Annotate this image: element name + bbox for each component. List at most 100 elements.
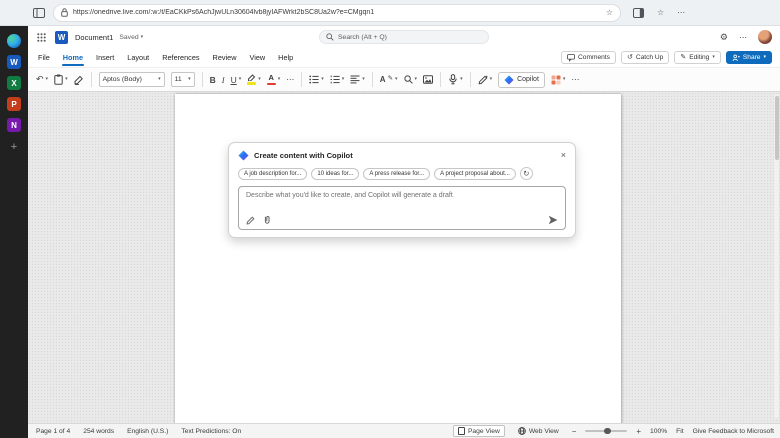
browser-toolbar: ☆ ⋯ <box>633 8 685 18</box>
suggestion-job-description[interactable]: A job description for... <box>238 168 307 180</box>
language[interactable]: English (U.S.) <box>127 428 168 435</box>
browser-tab-edge-icon[interactable] <box>7 34 21 48</box>
copilot-prompt-input[interactable]: Describe what you'd like to create, and … <box>238 186 566 230</box>
lock-icon <box>61 8 68 17</box>
copilot-dialog-icon <box>238 150 249 161</box>
copilot-input-placeholder: Describe what you'd like to create, and … <box>246 192 453 199</box>
favorite-star-icon[interactable]: ☆ <box>606 8 613 17</box>
close-icon[interactable]: × <box>561 151 566 160</box>
saved-chevron-icon[interactable]: ▾ <box>141 35 144 40</box>
page-count[interactable]: Page 1 of 4 <box>36 428 70 435</box>
zoom-slider[interactable] <box>585 430 627 432</box>
undo-button[interactable]: ↶ ▾ <box>36 75 48 84</box>
browser-more-icon[interactable]: ⋯ <box>677 8 685 17</box>
menu-bar: File Home Insert Layout References Revie… <box>28 48 780 67</box>
comments-button[interactable]: Comments <box>561 51 616 64</box>
zoom-level[interactable]: 100% <box>650 428 667 435</box>
menu-file[interactable]: File <box>38 51 50 64</box>
suggestion-ten-ideas[interactable]: 10 ideas for... <box>311 168 359 180</box>
menu-home[interactable]: Home <box>63 51 83 64</box>
font-color-swatch <box>267 83 276 85</box>
format-painter-button[interactable] <box>74 75 84 85</box>
menu-insert[interactable]: Insert <box>96 51 114 64</box>
dictate-button[interactable]: ▾ <box>448 74 463 85</box>
new-tab-icon[interactable]: + <box>11 142 17 153</box>
designer-button[interactable]: ▾ <box>551 75 566 85</box>
bullets-button[interactable]: ▾ <box>309 75 324 84</box>
text-predictions[interactable]: Text Predictions: On <box>181 428 241 435</box>
font-name-select[interactable]: Aptos (Body) ▾ <box>99 72 165 87</box>
browser-sidebar-icon[interactable] <box>633 8 644 18</box>
catch-up-button[interactable]: ↺ Catch Up <box>621 51 669 64</box>
menu-layout[interactable]: Layout <box>127 51 149 64</box>
word-logo: W <box>55 31 68 44</box>
suggestion-press-release[interactable]: A press release for... <box>363 168 430 180</box>
app-launcher-icon[interactable] <box>37 33 46 42</box>
scrollbar-thumb[interactable] <box>775 96 779 160</box>
font-color-button[interactable]: A ▾ <box>267 74 281 85</box>
highlight-swatch <box>247 82 256 84</box>
highlight-color-button[interactable]: ▾ <box>247 74 261 84</box>
user-avatar[interactable] <box>758 30 772 44</box>
saved-status[interactable]: Saved <box>119 34 138 41</box>
web-view-button[interactable]: Web View <box>514 426 563 436</box>
refresh-suggestions-icon[interactable]: ↻ <box>520 167 533 180</box>
vertical-tabs-icon[interactable] <box>32 6 45 19</box>
page-view-button[interactable]: Page View <box>453 425 505 437</box>
address-bar[interactable]: https://onedrive.live.com/:w:/t/EaCKkPs6… <box>53 4 621 22</box>
word-count[interactable]: 254 words <box>83 428 114 435</box>
bold-button[interactable]: B <box>210 75 216 85</box>
menu-view[interactable]: View <box>249 51 265 64</box>
styles-button[interactable]: A ✎ ▾ <box>380 75 398 84</box>
font-size-select[interactable]: 11 ▾ <box>171 72 195 87</box>
copilot-icon <box>504 75 514 85</box>
editing-mode-button[interactable]: ✎ Editing ▾ <box>674 51 721 64</box>
browser-tab-powerpoint-icon[interactable]: P <box>7 97 21 111</box>
send-icon[interactable] <box>548 215 558 225</box>
header-more-icon[interactable]: ⋯ <box>739 33 747 42</box>
screen: https://onedrive.live.com/:w:/t/EaCKkPs6… <box>0 0 780 438</box>
fit-button[interactable]: Fit <box>676 428 683 435</box>
browser-tab-word-icon[interactable]: W <box>7 55 21 69</box>
app-header: W Document1 Saved ▾ Search (Alt + Q) ⚙ ⋯ <box>28 26 780 48</box>
editor-pen-icon <box>478 75 488 85</box>
browser-chrome: https://onedrive.live.com/:w:/t/EaCKkPs6… <box>0 0 780 26</box>
feedback-link[interactable]: Give Feedback to Microsoft <box>693 428 774 435</box>
copilot-button[interactable]: Copilot <box>498 72 545 88</box>
browser-tab-onenote-icon[interactable]: N <box>7 118 21 132</box>
vertical-scrollbar[interactable] <box>774 94 779 418</box>
alignment-button[interactable]: ▾ <box>350 75 365 84</box>
picture-button[interactable] <box>423 75 433 84</box>
editor-button[interactable]: ▾ <box>478 75 493 85</box>
menu-help[interactable]: Help <box>278 51 293 64</box>
underline-button[interactable]: U ▾ <box>231 75 242 85</box>
settings-gear-icon[interactable]: ⚙ <box>720 32 728 43</box>
pencil-icon: ✎ <box>680 54 686 61</box>
italic-button[interactable]: I <box>222 75 225 85</box>
copilot-dialog: Create content with Copilot × A job desc… <box>228 142 576 238</box>
picture-icon <box>423 75 433 84</box>
menu-references[interactable]: References <box>162 51 199 64</box>
paste-button[interactable]: ▾ <box>54 74 68 85</box>
document-title[interactable]: Document1 <box>75 33 113 42</box>
zoom-in-icon[interactable]: + <box>636 427 641 436</box>
numbering-button[interactable]: ▾ <box>330 75 345 84</box>
share-button[interactable]: Share ▾ <box>726 51 772 64</box>
menu-review[interactable]: Review <box>213 51 237 64</box>
zoom-slider-thumb[interactable] <box>604 428 611 435</box>
find-button[interactable]: ▾ <box>404 75 418 84</box>
undo-icon: ↶ <box>36 75 44 84</box>
suggestion-project-proposal[interactable]: A project proposal about... <box>434 168 516 180</box>
styles-pen-icon: ✎ <box>388 76 393 83</box>
status-bar: Page 1 of 4 254 words English (U.S.) Tex… <box>28 423 780 438</box>
browser-tab-excel-icon[interactable]: X <box>7 76 21 90</box>
favorites-bar-icon[interactable]: ☆ <box>657 8 664 17</box>
align-left-icon <box>350 75 360 84</box>
ribbon-more-icon[interactable]: ⋯ <box>571 75 579 84</box>
attach-paperclip-icon[interactable] <box>263 215 271 225</box>
zoom-out-icon[interactable]: − <box>572 427 577 436</box>
compose-pen-icon[interactable] <box>246 216 255 225</box>
search-box[interactable]: Search (Alt + Q) <box>319 30 489 44</box>
font-more-icon[interactable]: ⋯ <box>286 75 294 84</box>
designer-icon <box>551 75 561 85</box>
